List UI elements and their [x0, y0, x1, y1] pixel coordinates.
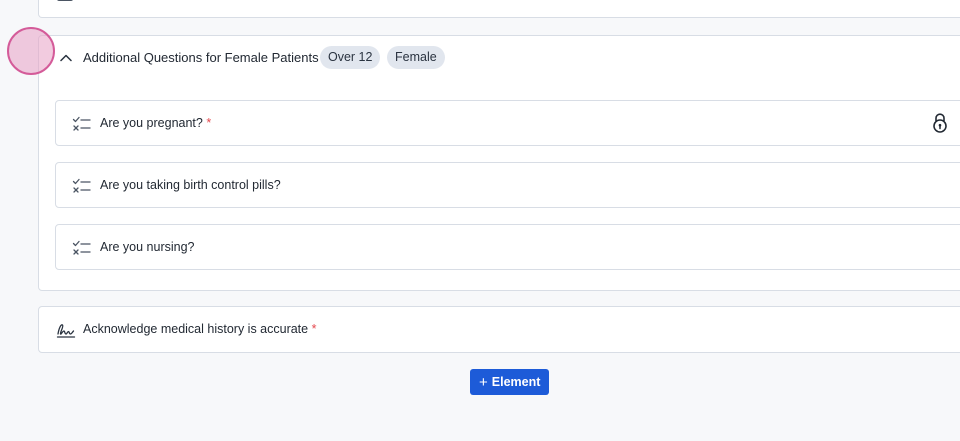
question-label: Are you nursing? — [100, 240, 195, 254]
acknowledge-element-card[interactable]: Acknowledge medical history is accurate … — [38, 306, 960, 353]
field-icon — [57, 0, 73, 1]
checklist-icon — [72, 240, 91, 255]
group-header[interactable]: Additional Questions for Female Patients… — [39, 36, 960, 80]
sex-condition-chip: Female — [387, 46, 445, 69]
required-asterisk: * — [206, 116, 212, 130]
signature-icon — [56, 324, 76, 338]
age-condition-chip: Over 12 — [320, 46, 381, 69]
checklist-icon — [72, 178, 91, 193]
required-asterisk: * — [311, 322, 317, 336]
add-element-button[interactable]: + Element — [470, 369, 550, 395]
group-title: Additional Questions for Female Patients — [83, 50, 319, 65]
question-card-pregnant[interactable]: Are you pregnant? * — [55, 100, 960, 146]
question-card-birth-control[interactable]: Are you taking birth control pills? — [55, 162, 960, 208]
cursor-click-indicator — [7, 27, 55, 75]
checklist-icon — [72, 116, 91, 131]
question-card-nursing[interactable]: Are you nursing? — [55, 224, 960, 270]
chevron-up-icon[interactable] — [60, 52, 72, 64]
question-group-card: Additional Questions for Female Patients… — [38, 35, 960, 291]
add-element-label: Element — [491, 375, 541, 389]
question-label: Are you pregnant? — [100, 116, 203, 130]
acknowledge-label: Acknowledge medical history is accurate — [83, 322, 309, 336]
question-label: Are you taking birth control pills? — [100, 178, 281, 192]
previous-element-card[interactable] — [38, 0, 960, 18]
lock-icon — [933, 113, 947, 133]
plus-icon: + — [479, 373, 488, 391]
